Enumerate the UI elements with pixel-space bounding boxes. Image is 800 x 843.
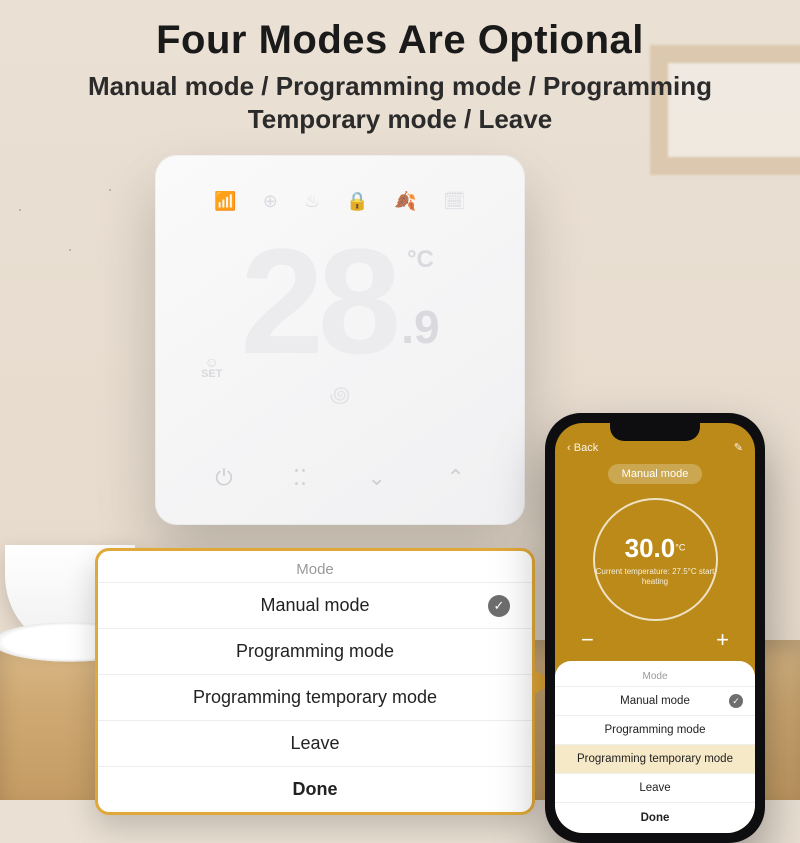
mode-option-leave[interactable]: Leave	[98, 720, 532, 766]
done-label: Done	[641, 812, 670, 824]
current-mode-pill[interactable]: Manual mode	[608, 464, 703, 484]
lock-icon: 🔒	[346, 191, 368, 212]
phone-mode-sheet: Mode Manual mode ✓ Programming mode Prog…	[555, 661, 755, 833]
thermostat-device: 📶 ⊕ ♨ 🔒 🍂 🗓 ☺ SET 28 °C .9 ꩜ ⏻ ⁚⁚ ⌄ ⌃	[155, 155, 525, 525]
mode-option-programming[interactable]: Programming mode	[98, 628, 532, 674]
edit-icon[interactable]: ✎	[734, 441, 743, 454]
subheadline: Manual mode / Programming mode / Program…	[20, 70, 780, 135]
phone-screen: Back ✎ Manual mode 30.0°C Current temper…	[555, 423, 755, 833]
menu-button[interactable]: ⁚⁚	[283, 459, 317, 497]
power-button[interactable]: ⏻	[205, 459, 242, 497]
check-icon: ✓	[488, 595, 510, 617]
sheet-option-label: Programming temporary mode	[577, 753, 733, 765]
mode-option-programming-temp[interactable]: Programming temporary mode	[98, 674, 532, 720]
back-button[interactable]: Back	[567, 442, 598, 454]
phone-mockup: Back ✎ Manual mode 30.0°C Current temper…	[545, 413, 765, 843]
sheet-title: Mode	[555, 667, 755, 686]
sheet-option-leave[interactable]: Leave	[555, 773, 755, 802]
sheet-option-programming-temp[interactable]: Programming temporary mode	[555, 744, 755, 773]
mode-option-label: Programming mode	[236, 641, 394, 662]
sheet-option-label: Programming mode	[605, 724, 706, 736]
flame-icon: ♨	[304, 191, 320, 212]
sheet-option-label: Manual mode	[620, 695, 690, 707]
temp-up-button[interactable]: ⌃	[436, 459, 474, 497]
temperature-main: 28	[240, 234, 395, 369]
temperature-dial[interactable]: 30.0°C Current temperature: 27.5°C start…	[593, 498, 718, 621]
status-icon-row: 📶 ⊕ ♨ 🔒 🍂 🗓	[214, 191, 465, 212]
sheet-option-manual[interactable]: Manual mode ✓	[555, 686, 755, 715]
mode-card-title: Mode	[98, 551, 532, 582]
dial-subtext: Current temperature: 27.5°C start heatin…	[595, 567, 716, 586]
done-label: Done	[293, 779, 338, 800]
heat-waves-icon: ꩜	[330, 377, 351, 410]
dial-temp: 30.0	[625, 533, 676, 563]
dial-unit: °C	[675, 543, 685, 553]
temperature-unit: °C	[407, 246, 434, 274]
mode-option-label: Programming temporary mode	[193, 687, 437, 708]
mode-option-manual[interactable]: Manual mode ✓	[98, 582, 532, 628]
headline: Four Modes Are Optional	[0, 18, 800, 63]
sheet-option-programming[interactable]: Programming mode	[555, 715, 755, 744]
sheet-option-label: Leave	[639, 782, 670, 794]
temperature-decimal: .9	[401, 300, 439, 354]
wifi-icon: 📶	[214, 191, 236, 212]
sheet-done-button[interactable]: Done	[555, 802, 755, 833]
smile-icon: ☺	[201, 355, 222, 369]
temp-down-button[interactable]: ⌄	[357, 459, 395, 497]
target-icon: ⊕	[263, 191, 278, 212]
set-label: ☺ SET	[201, 355, 222, 380]
program-icon: 🗓	[443, 191, 466, 212]
mode-option-label: Manual mode	[260, 595, 369, 616]
leaf-icon: 🍂	[394, 191, 416, 212]
check-icon: ✓	[729, 694, 743, 708]
mode-option-label: Leave	[290, 733, 339, 754]
temp-plus-button[interactable]: +	[716, 627, 729, 653]
temp-minus-button[interactable]: −	[581, 627, 594, 653]
mode-selector-card: Mode Manual mode ✓ Programming mode Prog…	[95, 548, 535, 815]
mode-done-button[interactable]: Done	[98, 766, 532, 812]
